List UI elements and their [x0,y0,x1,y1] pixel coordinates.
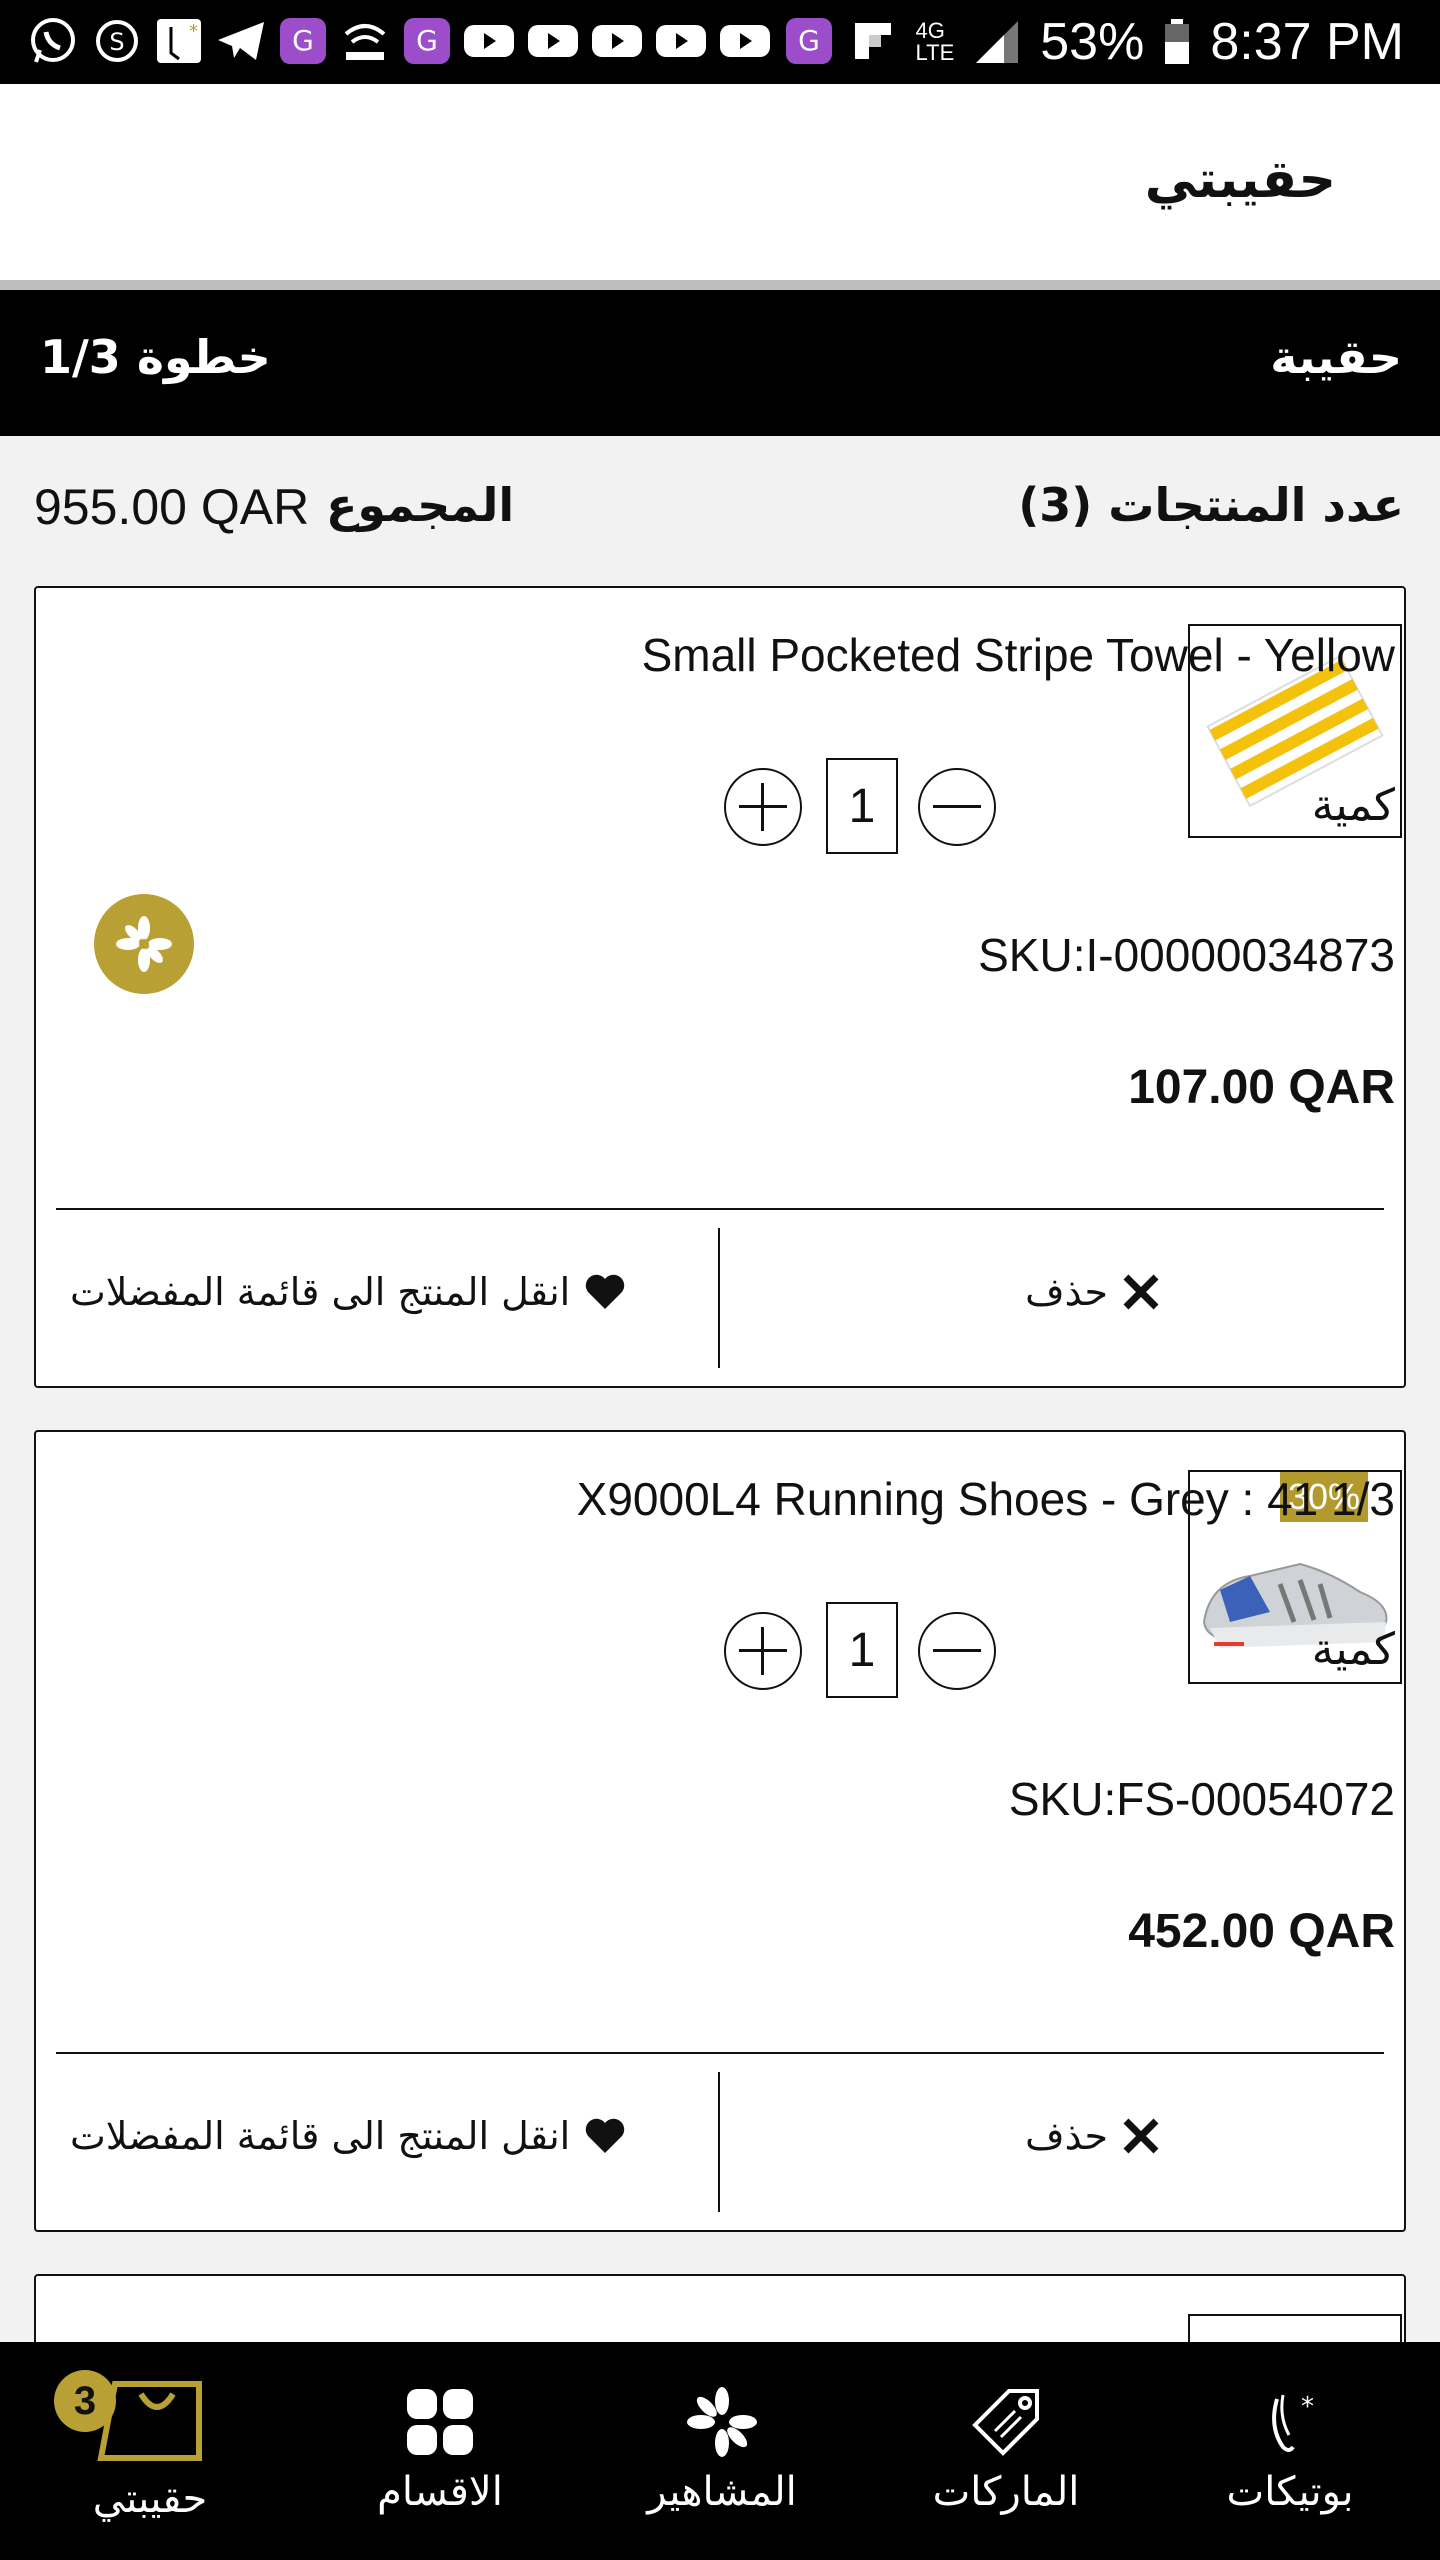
delete-button[interactable]: حذف [1025,1270,1160,1314]
product-price: 107.00 QAR [1128,1061,1395,1114]
g-app-icon: G [400,14,454,68]
close-icon [1123,2118,1159,2154]
wifi-hotspot-icon [338,14,392,68]
quantity-value[interactable]: 1 [826,1602,898,1698]
quantity-label: كمية [1311,780,1395,831]
flipboard-icon [846,14,900,68]
total-label: المجموع [326,478,515,532]
total-value: 955.00 QAR [34,479,310,535]
move-to-wishlist-button[interactable]: انقل المنتج الى قائمة المفضلات [70,1270,626,1314]
wishlist-label: انقل المنتج الى قائمة المفضلات [70,1270,571,1314]
nav-label-bag: حقيبتي [92,2476,208,2522]
move-to-wishlist-button[interactable]: انقل المنتج الى قائمة المفضلات [70,2114,626,2158]
nav-item-celebrities[interactable]: المشاهير [612,2342,832,2560]
action-divider [718,2072,720,2212]
svg-text:G: G [416,24,438,57]
youtube-icon [526,14,580,68]
app-icon: * [152,14,206,68]
decrease-quantity-button[interactable] [918,768,996,846]
quantity-label: كمية [1311,1624,1395,1675]
nav-label-boutiques: بوتيكات [1226,2469,1354,2515]
brand-badge [94,894,194,994]
nav-item-categories[interactable]: الاقسام [330,2342,550,2560]
youtube-icon [718,14,772,68]
tag-icon [972,2389,1039,2456]
action-divider [718,1228,720,1368]
clock: 8:37 PM [1210,13,1404,71]
increase-quantity-button[interactable] [724,1612,802,1690]
step-name: حقيبة [1270,330,1402,384]
svg-text:*: * [189,21,198,42]
g-app-icon: G [782,14,836,68]
minus-icon [933,805,981,808]
nav-label-categories: الاقسام [377,2469,503,2515]
items-count: عدد المنتجات (3) [1018,478,1404,532]
signal-icon [976,21,1019,63]
page-title: حقيبتي [1144,150,1336,210]
product-sku: SKU:I-00000034873 [978,929,1395,981]
heart-icon [586,1274,625,1309]
status-right: 4G LTE 53% 8:37 PM [916,0,1404,84]
boutique-icon: * [1272,2392,1314,2452]
items-count-label: عدد المنتجات [1108,478,1404,532]
nav-label-celebrities: المشاهير [647,2469,797,2515]
plus-icon [739,1627,787,1675]
nav-item-brands[interactable]: الماركات [896,2342,1116,2560]
decrease-quantity-button[interactable] [918,1612,996,1690]
whatsapp-icon [26,14,80,68]
product-title[interactable]: X9000L4 Running Shoes - Grey : 41 1/3 [577,1472,1395,1526]
increase-quantity-button[interactable] [724,768,802,846]
grid-icon [407,2389,473,2455]
youtube-icon [590,14,644,68]
youtube-icon [654,14,708,68]
card-divider [56,2052,1384,2054]
svg-text:G: G [292,24,314,57]
card-divider [56,1208,1384,1210]
youtube-icon [462,14,516,68]
skype-icon: S [90,14,144,68]
lte-icon: 4G LTE [915,18,955,65]
battery-icon [1165,19,1190,64]
delete-label: حذف [1025,2114,1108,2158]
minus-icon [933,1649,981,1652]
wishlist-label: انقل المنتج الى قائمة المفضلات [70,2114,571,2158]
delete-button[interactable]: حذف [1025,2114,1160,2158]
close-icon [1123,1274,1159,1310]
quantity-value[interactable]: 1 [826,758,898,854]
battery-percent: 53% [1040,13,1145,71]
svg-text:*: * [1301,2392,1314,2422]
nav-label-brands: الماركات [932,2469,1080,2515]
step-indicator: خطوة 1/3 [40,330,271,384]
flower-icon [687,2387,757,2457]
telegram-icon [214,14,268,68]
product-price: 452.00 QAR [1128,1905,1395,1958]
plus-icon [739,783,787,831]
items-count-value: (3) [1018,478,1093,532]
status-bar: S * G G G 4G LTE 53% 8:37 PM [0,0,1440,84]
product-title[interactable]: Small Pocketed Stripe Towel - Yellow [642,628,1395,682]
flower-icon [116,916,172,972]
cart-count-badge: 3 [54,2370,116,2432]
delete-label: حذف [1025,1270,1108,1314]
svg-text:G: G [798,24,820,57]
nav-item-boutiques[interactable]: * بوتيكات [1180,2342,1400,2560]
heart-icon [586,2118,625,2153]
product-sku: SKU:FS-00054072 [1008,1773,1395,1825]
svg-text:S: S [109,28,124,56]
header-divider [0,280,1440,290]
g-app-icon: G [276,14,330,68]
